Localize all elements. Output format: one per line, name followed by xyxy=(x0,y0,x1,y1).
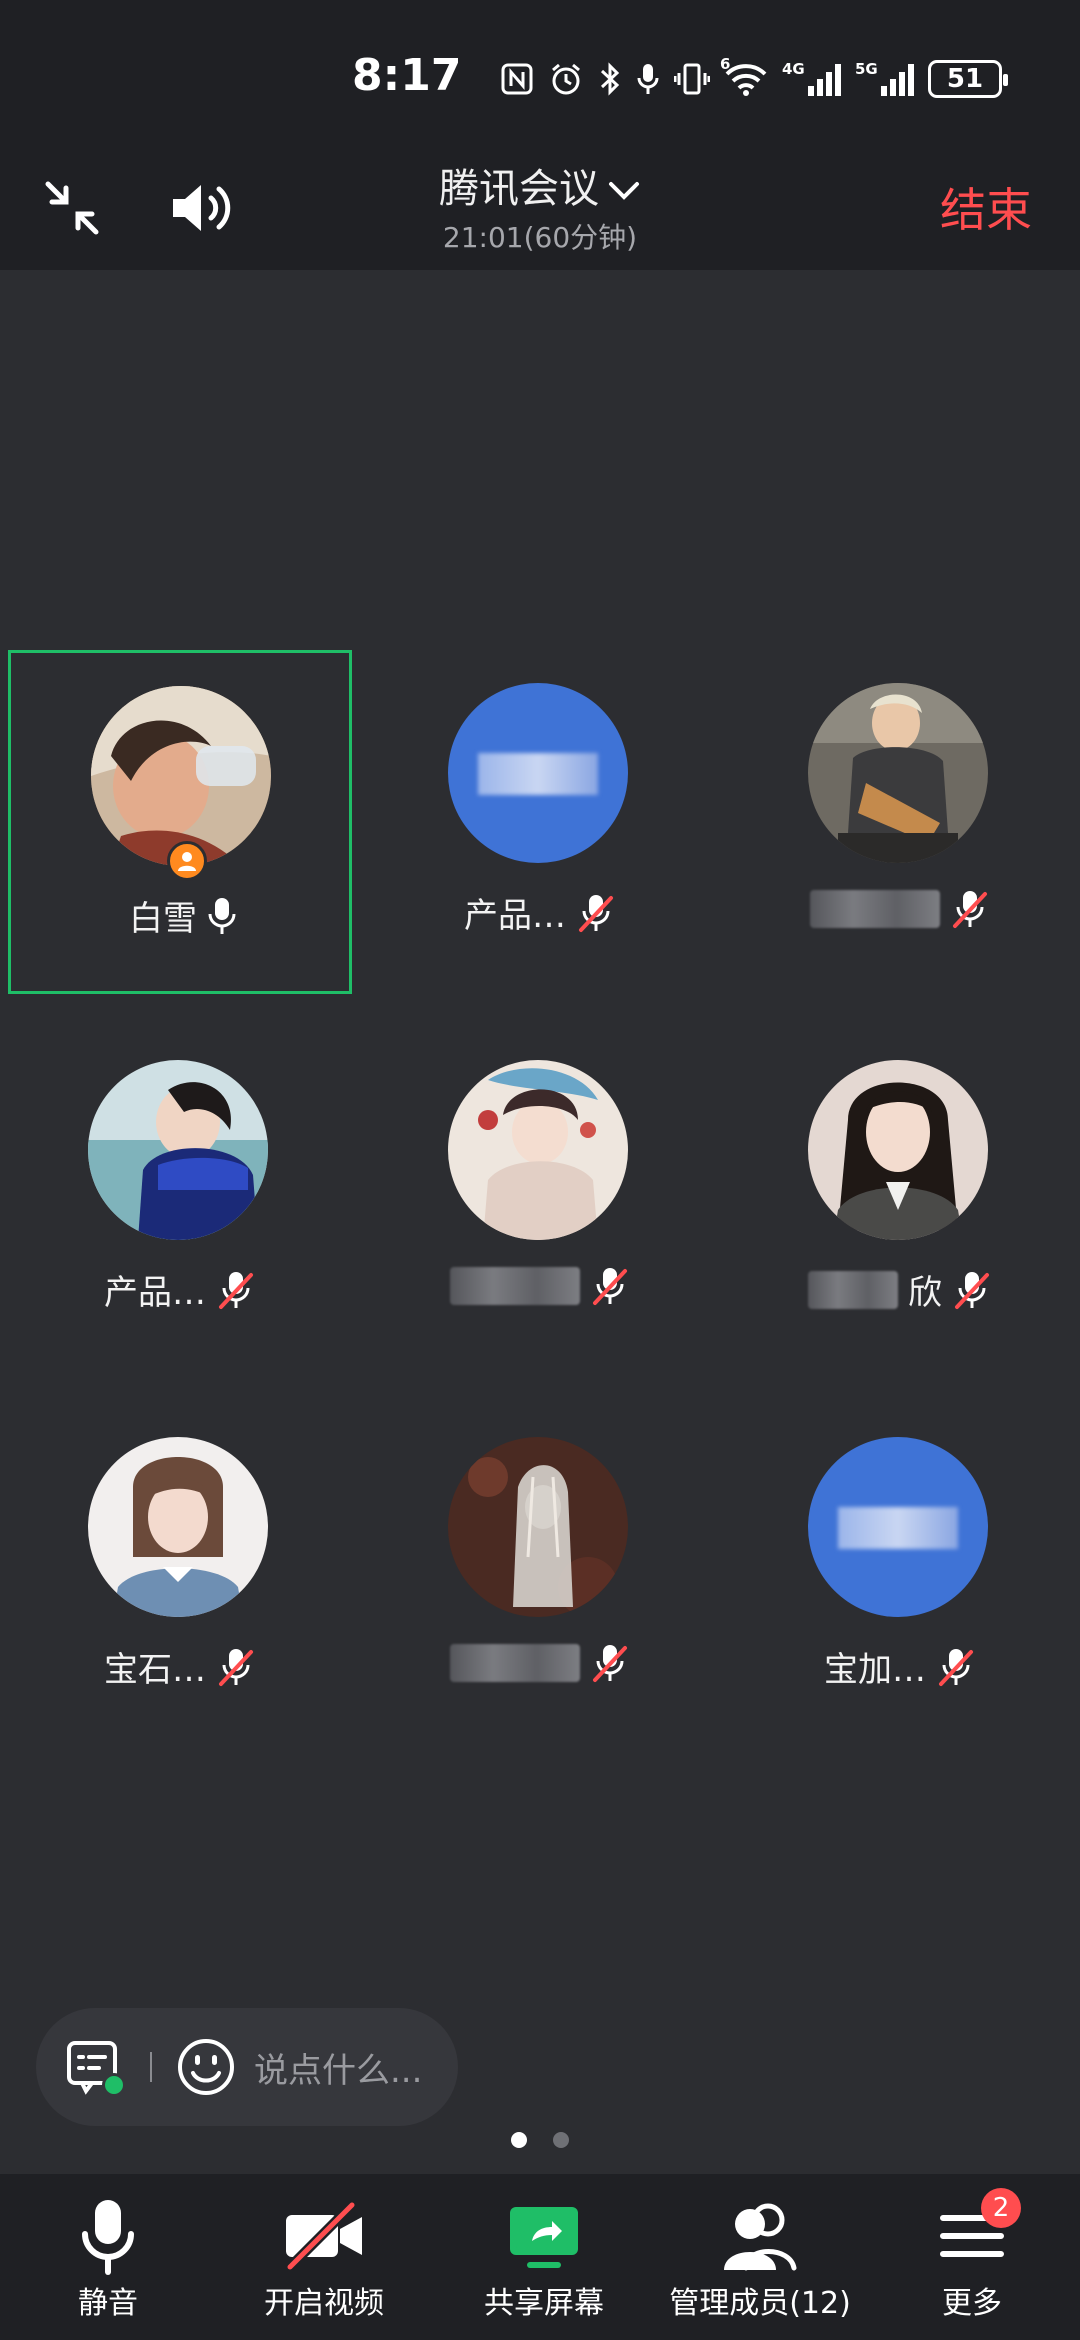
avatar-blurred-text xyxy=(478,753,598,795)
microphone-on-icon xyxy=(208,897,236,934)
nfc-icon xyxy=(500,62,534,96)
wifi-icon: 6 xyxy=(720,55,768,97)
participant-name: 产品… xyxy=(104,1273,206,1313)
chevron-down-icon xyxy=(609,182,639,200)
microphone-muted-icon xyxy=(939,1648,973,1686)
page-dot[interactable] xyxy=(553,2132,569,2148)
page-dot-active[interactable] xyxy=(511,2132,527,2148)
members-icon xyxy=(724,2203,797,2271)
share-screen-label: 共享屏幕 xyxy=(484,2286,604,2321)
participant-name-blurred xyxy=(810,890,940,928)
meeting-title[interactable]: 腾讯会议 xyxy=(0,156,1080,214)
participant-name: 白雪 xyxy=(129,899,197,939)
participant-name-row: 产品… xyxy=(8,1265,352,1314)
notification-badge: 2 xyxy=(981,2188,1021,2228)
participant-avatar xyxy=(448,1437,628,1617)
meeting-duration: 21:01(60分钟) xyxy=(442,221,638,254)
participant-name: 宝石… xyxy=(104,1650,206,1690)
chat-divider xyxy=(150,2052,152,2082)
microphone-muted-icon xyxy=(955,1271,989,1309)
participant-tile[interactable]: 白雪 xyxy=(8,650,352,994)
host-icon xyxy=(178,852,196,871)
video-off-icon xyxy=(286,2201,362,2271)
participant-name-blurred xyxy=(450,1644,580,1682)
more-label: 更多 xyxy=(942,2286,1002,2321)
participant-name-row: 欣 xyxy=(728,1265,1072,1314)
battery-icon: 51 xyxy=(928,60,1008,98)
participant-name-row: 产品… xyxy=(368,888,712,937)
wifi-6-label: 6 xyxy=(720,55,731,73)
participant-name-row xyxy=(368,1265,712,1307)
avatar-blurred-text xyxy=(838,1507,958,1549)
alarm-icon xyxy=(548,61,584,97)
share-screen-button[interactable]: 共享屏幕 xyxy=(474,2174,614,2340)
status-time: 8:17 xyxy=(352,50,462,101)
participant-avatar xyxy=(88,1060,268,1240)
mute-label: 静音 xyxy=(78,2286,138,2321)
signal-5g-icon: 5G xyxy=(855,60,914,96)
participant-name-row: 宝石… xyxy=(8,1642,352,1691)
meeting-title-text: 腾讯会议 xyxy=(439,166,599,212)
participant-avatar xyxy=(808,683,988,863)
status-bar: 8:17 6 4G 5G 51 xyxy=(0,0,1080,150)
participant-avatar xyxy=(91,686,271,866)
participant-tile[interactable]: 产品… xyxy=(368,650,712,994)
manage-members-button[interactable]: 管理成员(12) xyxy=(660,2174,860,2340)
participant-tile[interactable]: 宝石… xyxy=(8,1404,352,1748)
participant-tile[interactable] xyxy=(368,1404,712,1748)
signal-4g-icon: 4G xyxy=(782,60,841,96)
battery-level: 51 xyxy=(946,64,984,94)
participant-name-row: 白雪 xyxy=(11,891,355,940)
participant-name: 宝加… xyxy=(824,1650,926,1690)
participant-tile[interactable] xyxy=(728,650,1072,994)
participant-tile[interactable]: 宝加… xyxy=(728,1404,1072,1748)
participant-name-blurred xyxy=(808,1270,898,1309)
participant-tile[interactable] xyxy=(368,1027,712,1371)
meeting-header: 腾讯会议 21:01(60分钟) 结束 xyxy=(0,150,1080,270)
host-badge xyxy=(167,841,207,881)
participant-tile[interactable]: 欣 xyxy=(728,1027,1072,1371)
mute-button[interactable]: 静音 xyxy=(58,2174,158,2340)
share-screen-icon xyxy=(510,2207,578,2268)
page-indicator xyxy=(0,2132,1080,2148)
participant-name-row: 宝加… xyxy=(728,1642,1072,1691)
status-icons: 6 4G 5G 51 xyxy=(500,54,1008,104)
start-video-button[interactable]: 开启视频 xyxy=(254,2174,394,2340)
microphone-icon xyxy=(82,2200,134,2275)
microphone-muted-icon xyxy=(219,1648,253,1686)
more-button[interactable]: 2 更多 xyxy=(922,2174,1022,2340)
chat-placeholder[interactable]: 说点什么... xyxy=(254,2043,422,2092)
participant-avatar xyxy=(448,1060,628,1240)
microphone-muted-icon xyxy=(593,1645,627,1682)
microphone-muted-icon xyxy=(593,1268,627,1305)
participant-avatar xyxy=(808,1437,988,1617)
emoji-icon[interactable] xyxy=(176,2037,236,2097)
vibrate-icon xyxy=(674,61,710,97)
participant-name-row xyxy=(368,1642,712,1684)
microphone-status-icon xyxy=(636,61,660,97)
participant-name-row xyxy=(728,888,1072,930)
network-5g-label: 5G xyxy=(855,60,878,78)
bottom-toolbar: 静音 开启视频 共享屏幕 管理成员(12) 2 更多 xyxy=(0,2174,1080,2340)
bluetooth-icon xyxy=(598,61,622,97)
status-dot-icon xyxy=(102,2073,126,2097)
chat-list-button[interactable] xyxy=(64,2037,126,2097)
participant-avatar xyxy=(88,1437,268,1617)
chat-input-bar[interactable]: 说点什么... xyxy=(36,2008,458,2126)
microphone-muted-icon xyxy=(579,894,613,932)
start-video-label: 开启视频 xyxy=(264,2286,384,2321)
participant-name: 欣 xyxy=(908,1273,942,1313)
network-4g-label: 4G xyxy=(782,60,805,78)
participant-avatar xyxy=(448,683,628,863)
end-meeting-button[interactable]: 结束 xyxy=(940,174,1032,240)
participant-avatar xyxy=(808,1060,988,1240)
microphone-muted-icon xyxy=(219,1271,253,1309)
participant-name: 产品… xyxy=(464,896,566,936)
manage-members-label: 管理成员(12) xyxy=(669,2286,851,2321)
participant-tile[interactable]: 产品… xyxy=(8,1027,352,1371)
microphone-muted-icon xyxy=(953,891,987,928)
participant-name-blurred xyxy=(450,1267,580,1305)
